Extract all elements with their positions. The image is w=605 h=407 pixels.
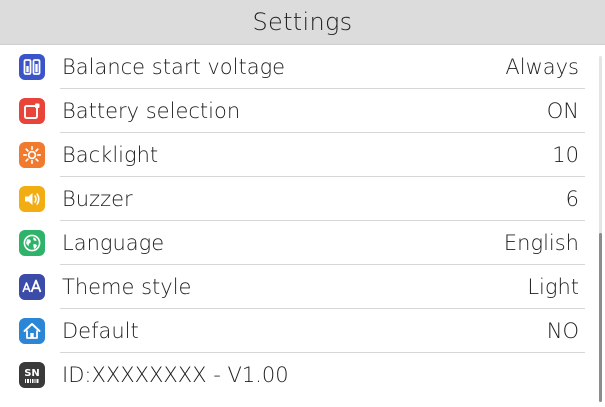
setting-label: Default [62, 319, 139, 343]
page-title: Settings [252, 8, 353, 36]
setting-buzzer[interactable]: Buzzer 6 [0, 177, 605, 221]
setting-balance-start-voltage[interactable]: Balance start voltage Always [0, 45, 605, 89]
setting-backlight[interactable]: Backlight 10 [0, 133, 605, 177]
setting-value: Light [527, 275, 579, 299]
device-id-row: SN ID:XXXXXXXX - V1.00 [0, 353, 605, 397]
device-id-label: ID:XXXXXXXX - V1.00 [62, 363, 289, 387]
setting-value: 6 [565, 187, 579, 211]
setting-label: Buzzer [62, 187, 133, 211]
speaker-icon [19, 186, 45, 212]
globe-icon [19, 230, 45, 256]
setting-label: Battery selection [62, 99, 241, 123]
setting-theme-style[interactable]: Theme style Light [0, 265, 605, 309]
setting-label: Backlight [62, 143, 159, 167]
battery-select-icon [19, 98, 45, 124]
font-size-icon [19, 274, 45, 300]
setting-language[interactable]: Language English [0, 221, 605, 265]
settings-screen: Settings Balance start voltage Always Ba… [0, 0, 605, 407]
setting-value: ON [546, 99, 579, 123]
serial-number-icon-text: SN [24, 368, 40, 379]
home-icon [19, 318, 45, 344]
header: Settings [0, 0, 605, 45]
setting-value: English [503, 231, 579, 255]
battery-balance-icon [19, 54, 45, 80]
serial-number-icon: SN [19, 362, 45, 388]
setting-label: Language [62, 231, 165, 255]
settings-list: Balance start voltage Always Battery sel… [0, 45, 605, 397]
setting-value: Always [505, 55, 579, 79]
setting-default[interactable]: Default NO [0, 309, 605, 353]
setting-label: Balance start voltage [62, 55, 286, 79]
scrollbar-thumb[interactable] [599, 233, 602, 402]
setting-value: 10 [552, 143, 579, 167]
setting-battery-selection[interactable]: Battery selection ON [0, 89, 605, 133]
setting-value: NO [546, 319, 579, 343]
sun-icon [19, 142, 45, 168]
setting-label: Theme style [62, 275, 192, 299]
